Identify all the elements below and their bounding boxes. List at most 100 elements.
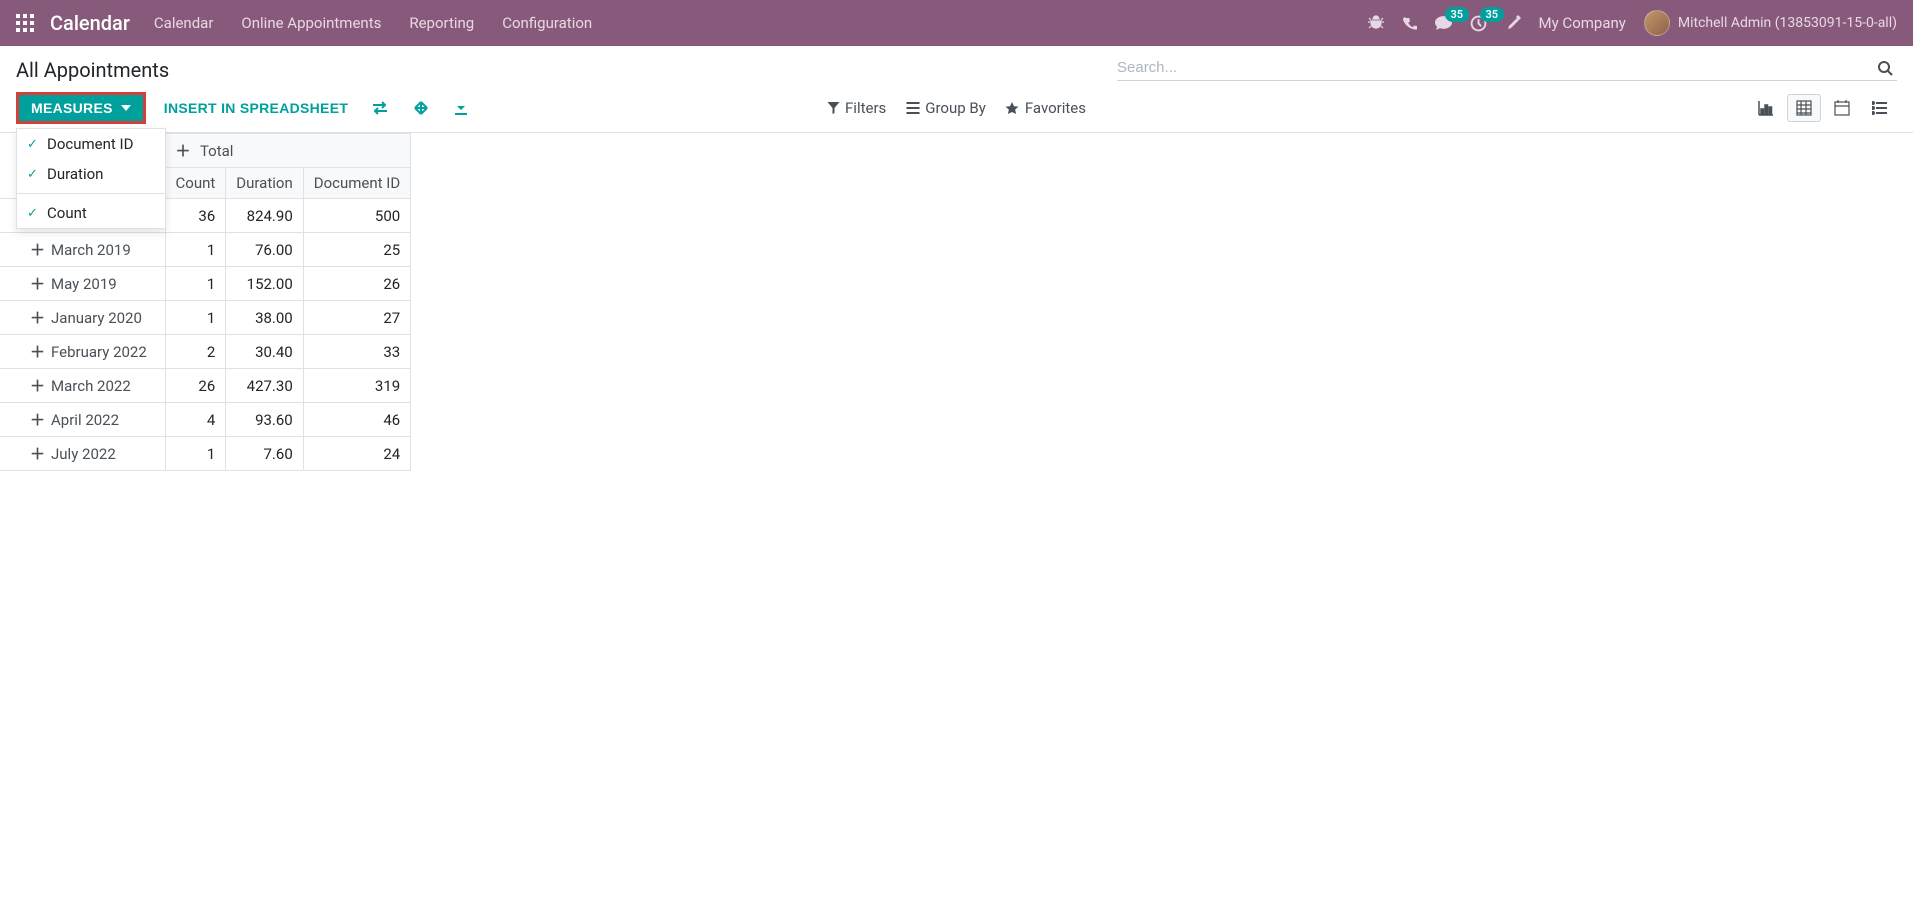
- nav-item-online-appointments[interactable]: Online Appointments: [241, 14, 381, 32]
- cell-value[interactable]: 26: [303, 267, 410, 301]
- cell-value[interactable]: 4: [165, 403, 226, 437]
- insert-spreadsheet-button[interactable]: INSERT IN SPREADSHEET: [160, 94, 352, 122]
- cell-value[interactable]: 427.30: [226, 369, 303, 403]
- check-icon: ✓: [27, 137, 41, 152]
- check-icon: ✓: [27, 206, 41, 221]
- cell-value[interactable]: 1: [165, 301, 226, 335]
- toolbar-left: MEASURES INSERT IN SPREADSHEET: [16, 92, 474, 124]
- company-switcher[interactable]: My Company: [1539, 14, 1626, 32]
- pivot-row-header[interactable]: ＋March 2019: [0, 233, 165, 267]
- nav-item-reporting[interactable]: Reporting: [409, 14, 474, 32]
- phone-icon[interactable]: [1402, 16, 1417, 31]
- filters-button[interactable]: Filters: [827, 99, 886, 117]
- plus-icon: ＋: [30, 343, 45, 361]
- activities-badge: 35: [1480, 7, 1505, 22]
- app-brand[interactable]: Calendar: [50, 11, 130, 35]
- plus-icon: ＋: [30, 275, 45, 293]
- cell-value[interactable]: 1: [165, 267, 226, 301]
- search-box[interactable]: [1117, 59, 1897, 81]
- pivot-data-row: ＋January 2020 1 38.00 27: [0, 301, 411, 335]
- messages-icon[interactable]: 35: [1435, 15, 1452, 32]
- cell-value[interactable]: 824.90: [226, 199, 303, 233]
- cell-value[interactable]: 38.00: [226, 301, 303, 335]
- favorites-label: Favorites: [1025, 99, 1086, 117]
- avatar: [1644, 10, 1670, 36]
- favorites-button[interactable]: Favorites: [1006, 99, 1086, 117]
- measure-item-document-id[interactable]: ✓ Document ID: [17, 129, 165, 159]
- cell-value[interactable]: 1: [165, 437, 226, 471]
- filters-label: Filters: [845, 99, 886, 117]
- nav-right: 35 35 My Company Mitchell Admin (1385309…: [1368, 10, 1897, 36]
- cell-value[interactable]: 36: [165, 199, 226, 233]
- view-graph-button[interactable]: [1749, 94, 1783, 122]
- plus-icon: ＋: [176, 142, 191, 160]
- search-icon[interactable]: [1873, 60, 1897, 76]
- measure-item-count[interactable]: ✓ Count: [17, 198, 165, 228]
- pivot-row-header[interactable]: ＋February 2022: [0, 335, 165, 369]
- measures-dropdown: ✓ Document ID ✓ Duration ✓ Count: [16, 128, 166, 229]
- cell-value[interactable]: 500: [303, 199, 410, 233]
- pivot-row-header[interactable]: ＋January 2020: [0, 301, 165, 335]
- cell-value[interactable]: 26: [165, 369, 226, 403]
- filter-icon: [827, 102, 839, 114]
- pivot-measure-document-id[interactable]: Document ID: [303, 168, 410, 199]
- measure-label: Count: [47, 204, 87, 222]
- breadcrumb: All Appointments: [16, 58, 1117, 82]
- pivot-col-total[interactable]: ＋ Total: [165, 134, 411, 168]
- measure-label: Duration: [47, 165, 103, 183]
- nav-item-calendar[interactable]: Calendar: [154, 14, 214, 32]
- cell-value[interactable]: 33: [303, 335, 410, 369]
- group-by-label: Group By: [925, 99, 986, 117]
- cell-value[interactable]: 46: [303, 403, 410, 437]
- pivot-row-header[interactable]: ＋March 2022: [0, 369, 165, 403]
- pivot-row-header[interactable]: ＋July 2022: [0, 437, 165, 471]
- flip-axis-icon[interactable]: [366, 95, 394, 121]
- bug-icon[interactable]: [1368, 15, 1384, 31]
- measures-label: MEASURES: [31, 100, 113, 116]
- cell-value[interactable]: 7.60: [226, 437, 303, 471]
- cell-value[interactable]: 30.40: [226, 335, 303, 369]
- dropdown-divider: [17, 193, 165, 194]
- search-options: Filters Group By Favorites: [827, 99, 1086, 117]
- cell-value[interactable]: 76.00: [226, 233, 303, 267]
- measures-button[interactable]: MEASURES: [16, 92, 146, 124]
- tools-icon[interactable]: [1505, 15, 1521, 31]
- group-by-button[interactable]: Group By: [906, 99, 986, 117]
- cell-value[interactable]: 25: [303, 233, 410, 267]
- view-calendar-button[interactable]: [1825, 94, 1859, 122]
- main-navbar: Calendar Calendar Online Appointments Re…: [0, 0, 1913, 46]
- pivot-measure-count[interactable]: Count: [165, 168, 226, 199]
- search-input[interactable]: [1117, 59, 1873, 76]
- cell-value[interactable]: 2: [165, 335, 226, 369]
- cell-value[interactable]: 27: [303, 301, 410, 335]
- expand-all-icon[interactable]: [408, 95, 434, 121]
- download-icon[interactable]: [448, 95, 474, 121]
- activities-icon[interactable]: 35: [1470, 15, 1487, 32]
- list-icon: [906, 102, 919, 114]
- user-name: Mitchell Admin (13853091-15-0-all): [1678, 15, 1897, 31]
- measure-item-duration[interactable]: ✓ Duration: [17, 159, 165, 189]
- cell-value[interactable]: 152.00: [226, 267, 303, 301]
- pivot-data-row: ＋July 2022 1 7.60 24: [0, 437, 411, 471]
- plus-icon: ＋: [30, 309, 45, 327]
- cell-value[interactable]: 24: [303, 437, 410, 471]
- pivot-data-row: ＋March 2019 1 76.00 25: [0, 233, 411, 267]
- pivot-row-header[interactable]: ＋May 2019: [0, 267, 165, 301]
- cell-value[interactable]: 93.60: [226, 403, 303, 437]
- measure-label: Document ID: [47, 135, 133, 153]
- pivot-data-row: ＋March 2022 26 427.30 319: [0, 369, 411, 403]
- view-pivot-button[interactable]: [1787, 94, 1821, 122]
- view-switcher: [1749, 94, 1897, 122]
- nav-menu: Calendar Online Appointments Reporting C…: [154, 14, 1368, 32]
- plus-icon: ＋: [30, 445, 45, 463]
- pivot-measure-duration[interactable]: Duration: [226, 168, 303, 199]
- view-list-button[interactable]: [1863, 94, 1897, 122]
- apps-icon[interactable]: [16, 14, 34, 32]
- cell-value[interactable]: 319: [303, 369, 410, 403]
- user-menu[interactable]: Mitchell Admin (13853091-15-0-all): [1644, 10, 1897, 36]
- cell-value[interactable]: 1: [165, 233, 226, 267]
- pivot-row-header[interactable]: ＋April 2022: [0, 403, 165, 437]
- nav-item-configuration[interactable]: Configuration: [502, 14, 592, 32]
- star-icon: [1006, 102, 1019, 115]
- pivot-data-row: ＋February 2022 2 30.40 33: [0, 335, 411, 369]
